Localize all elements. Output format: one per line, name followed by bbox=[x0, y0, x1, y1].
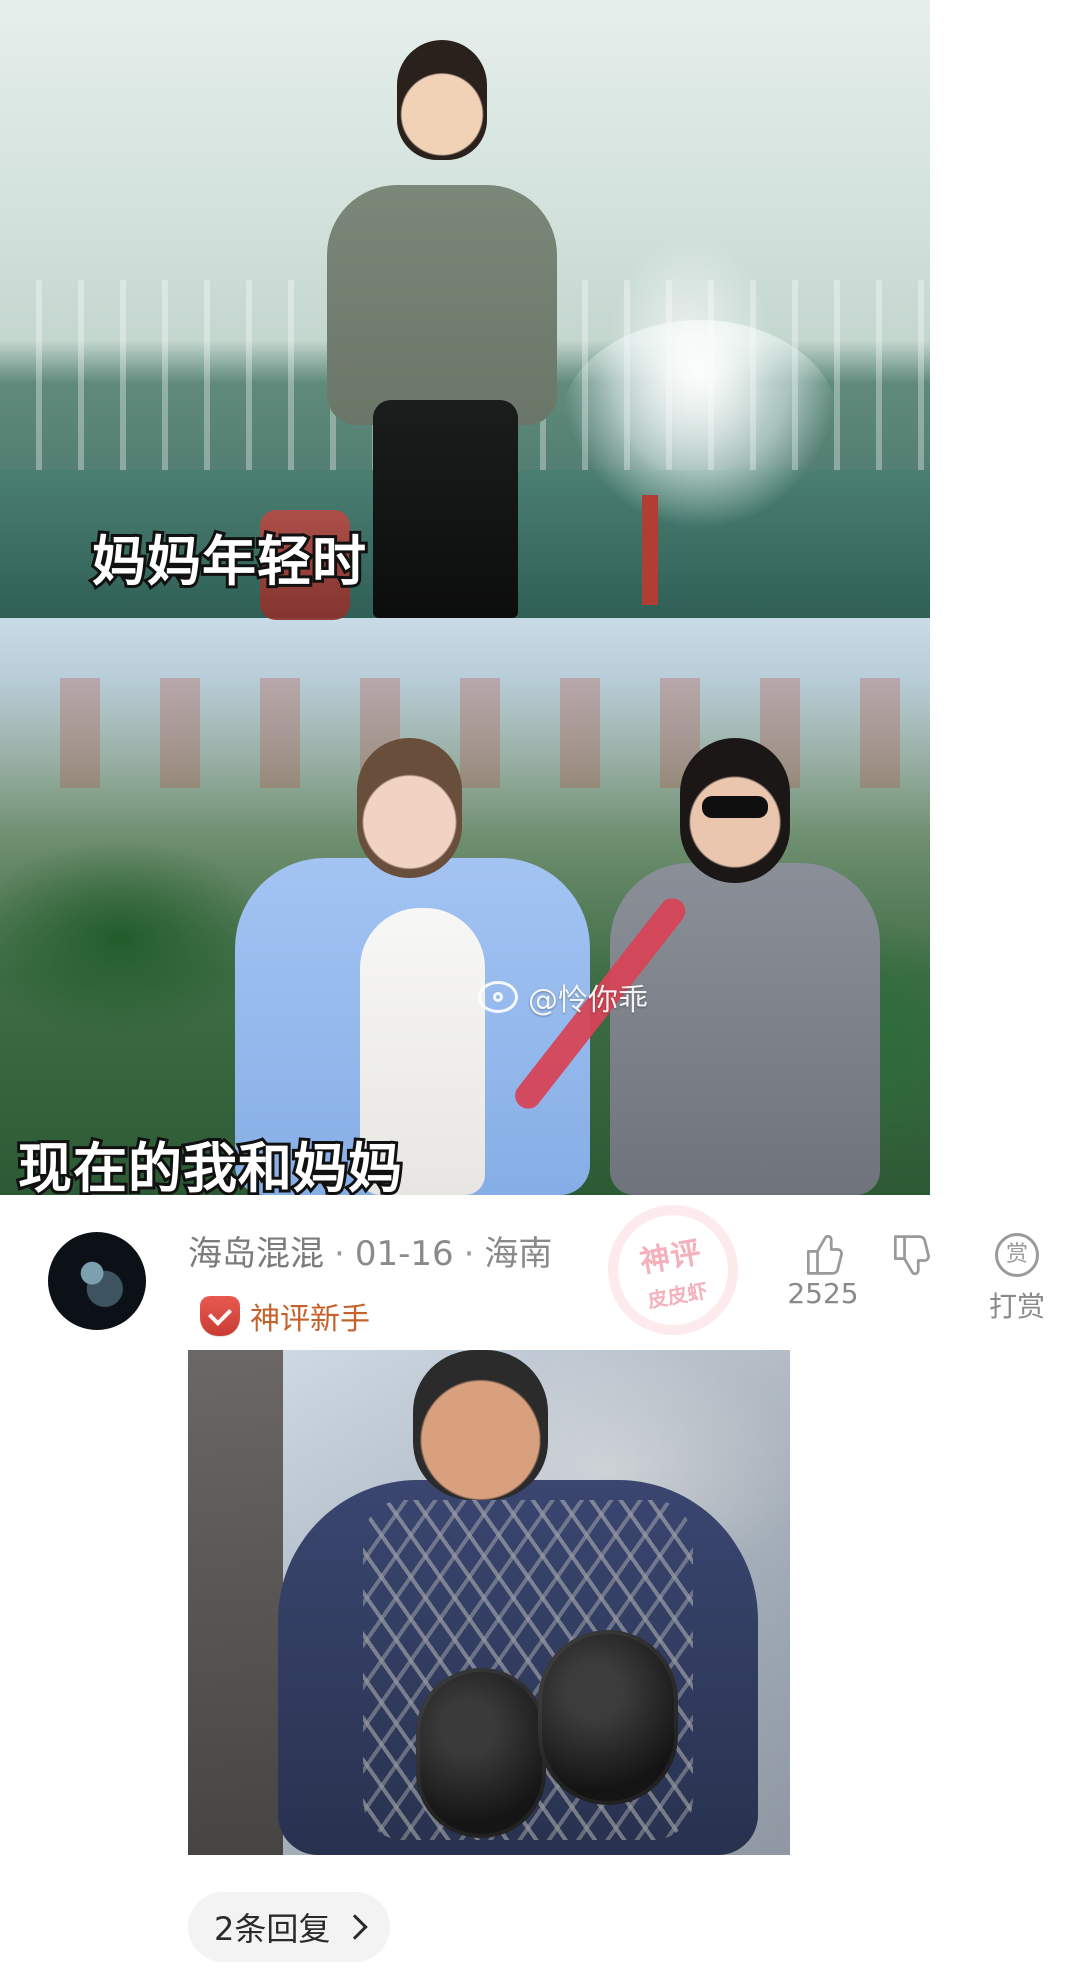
man-head bbox=[413, 1350, 548, 1500]
bomb-left bbox=[416, 1668, 546, 1838]
replies-label: 2条回复 bbox=[214, 1910, 331, 1948]
post-image[interactable]: 妈妈年轻时 现在的我和妈妈 @怜你乖 bbox=[0, 0, 930, 1195]
comment-image[interactable] bbox=[188, 1350, 790, 1855]
stamp-sub-text: 皮皮虾 bbox=[645, 1278, 710, 1313]
badge-label: 神评新手 bbox=[250, 1302, 370, 1337]
figure-head bbox=[357, 738, 462, 878]
username[interactable]: 海岛混混 bbox=[188, 1226, 324, 1275]
watermark-text: @怜你乖 bbox=[528, 983, 648, 1018]
tip-icon-char: 赏 bbox=[1005, 1242, 1028, 1267]
caption-top: 妈妈年轻时 bbox=[89, 527, 369, 596]
like-count: 2525 bbox=[787, 1277, 859, 1310]
like-button[interactable]: 2525 bbox=[778, 1233, 868, 1310]
weibo-icon bbox=[478, 981, 518, 1013]
comment-meta: 海岛混混 · 01-16 · 海南 bbox=[188, 1226, 552, 1275]
replies-button[interactable]: 2条回复 bbox=[188, 1892, 391, 1962]
avatar[interactable] bbox=[48, 1232, 146, 1330]
watermark: @怜你乖 bbox=[478, 975, 648, 1019]
fountain-pole bbox=[642, 495, 658, 605]
figure-mother-now bbox=[509, 738, 880, 1195]
figure-head bbox=[397, 40, 487, 160]
tree-trunk bbox=[188, 1350, 283, 1855]
fountain bbox=[560, 320, 840, 530]
comment-location: 海南 bbox=[484, 1234, 553, 1274]
hot-comment-stamp: 神评 皮皮虾 bbox=[597, 1194, 749, 1346]
sunglasses bbox=[702, 796, 768, 818]
user-badge[interactable]: 神评新手 bbox=[200, 1294, 370, 1338]
meta-separator: · bbox=[463, 1234, 475, 1274]
tip-button[interactable]: 赏 打赏 bbox=[972, 1233, 1062, 1325]
dislike-button[interactable] bbox=[880, 1233, 940, 1277]
stamp-main-text: 神评 bbox=[637, 1234, 705, 1280]
post-image-bottom-panel bbox=[0, 618, 930, 1195]
comment-date: 01-16 bbox=[354, 1234, 454, 1274]
badge-icon bbox=[200, 1296, 240, 1336]
thumb-up-icon bbox=[806, 1234, 843, 1275]
bomb-right bbox=[538, 1630, 678, 1805]
tip-label: 打赏 bbox=[988, 1290, 1045, 1323]
meta-separator: · bbox=[334, 1234, 345, 1274]
figure-body bbox=[610, 863, 880, 1195]
figure-skirt bbox=[373, 400, 518, 618]
caption-bottom: 现在的我和妈妈 bbox=[15, 1134, 405, 1195]
chevron-right-icon bbox=[342, 1914, 369, 1940]
tip-icon: 赏 bbox=[995, 1233, 1039, 1277]
thumb-down-icon bbox=[893, 1235, 930, 1276]
figure-torso bbox=[327, 185, 557, 425]
